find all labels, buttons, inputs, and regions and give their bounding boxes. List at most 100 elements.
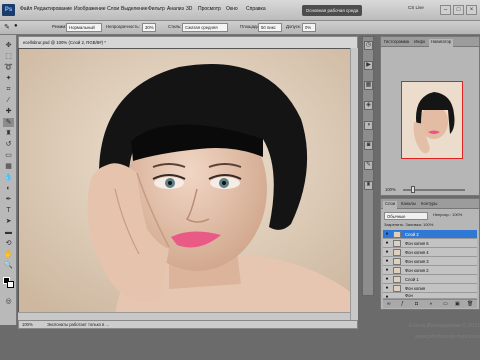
document-canvas[interactable] (18, 48, 358, 320)
vertical-scrollbar[interactable] (350, 48, 358, 320)
visibility-eye-icon[interactable]: ● (384, 286, 390, 291)
navigator-zoom[interactable]: 100% (385, 187, 396, 192)
layer-style-icon[interactable]: ƒ (401, 301, 404, 307)
watermark-author: Елена Виноградова © 2011 (408, 323, 480, 329)
opacity-input[interactable]: 30% (142, 23, 156, 32)
dock-clone-icon[interactable]: ♜ (364, 181, 373, 190)
eyedropper-icon[interactable]: ⁄ (3, 96, 14, 105)
menu-filter[interactable]: Фильтр (148, 6, 165, 12)
menu-help[interactable]: Справка (246, 6, 266, 12)
dock-masks-icon[interactable]: ◙ (364, 141, 373, 150)
dock-swatches-icon[interactable]: ▦ (364, 81, 373, 90)
new-layer-icon[interactable]: ▣ (455, 301, 460, 307)
tool-preset-icon[interactable]: ✎ (4, 23, 10, 31)
menu-file[interactable]: Файл (20, 6, 32, 12)
layer-row[interactable]: ● Слой 1 (383, 275, 477, 284)
brush-size-icon[interactable]: ● (14, 23, 18, 29)
visibility-eye-icon[interactable]: ● (384, 232, 390, 237)
layer-row[interactable]: ● Фон копия 3 (383, 257, 477, 266)
lock-row: Закрепить: Заливка: 100% (384, 222, 433, 227)
blur-tool-icon[interactable]: 💧 (3, 173, 14, 182)
pen-tool-icon[interactable]: ✒ (3, 195, 14, 204)
cs-live-button[interactable]: CS Live (408, 5, 424, 10)
navigator-thumbnail[interactable] (401, 81, 463, 159)
layer-row[interactable]: ● Слой 2 (383, 230, 477, 239)
menu-window[interactable]: Окно (226, 6, 238, 12)
layer-row[interactable]: ● Фон копия (383, 284, 477, 293)
fill-value[interactable]: 100% (423, 222, 433, 227)
trash-icon[interactable]: 🗑 (467, 301, 473, 307)
dock-history-icon[interactable]: ◷ (364, 41, 373, 50)
new-group-icon[interactable]: ▭ (443, 301, 448, 307)
layer-row[interactable]: ● Фон копия 5 (383, 239, 477, 248)
maximize-button[interactable]: □ (453, 5, 464, 15)
visibility-eye-icon[interactable]: ● (384, 268, 390, 273)
close-button[interactable]: × (466, 5, 477, 15)
lasso-tool-icon[interactable]: ➰ (3, 63, 14, 72)
dock-actions-icon[interactable]: ▶ (364, 61, 373, 70)
marquee-tool-icon[interactable]: ⬚ (3, 52, 14, 61)
mode-select[interactable]: Нормальный (66, 23, 102, 32)
layer-row[interactable]: ● Фон копия 4 (383, 248, 477, 257)
menu-analysis[interactable]: Анализ (167, 6, 184, 12)
hand-tool-icon[interactable]: ✋ (3, 250, 14, 259)
visibility-eye-icon[interactable]: ● (384, 250, 390, 255)
3d-tool-icon[interactable]: ⟲ (3, 239, 14, 248)
visibility-eye-icon[interactable]: ● (384, 241, 390, 246)
area-input[interactable]: 50 пикс (258, 23, 282, 32)
status-info[interactable]: Экспонаты работает только в ... (47, 322, 109, 327)
adjustment-layer-icon[interactable]: ◑ (429, 301, 432, 307)
layer-row[interactable]: ● Фон копия 2 (383, 266, 477, 275)
healing-brush-icon[interactable]: ✚ (3, 107, 14, 116)
document-tab[interactable]: ecellsbrur.psd @ 100% (Слой 2, RGB/8#) * (18, 36, 358, 48)
menu-image[interactable]: Изображение (74, 6, 106, 12)
zoom-level[interactable]: 100% (22, 322, 33, 327)
background-color-swatch[interactable] (7, 281, 14, 288)
dock-adjustments-icon[interactable]: ◑ (364, 121, 373, 130)
tab-layers[interactable]: Слои (383, 201, 398, 209)
visibility-eye-icon[interactable]: ● (384, 259, 390, 264)
tab-navigator[interactable]: Навигатор (429, 39, 454, 47)
dock-brushes-icon[interactable]: ✎ (364, 161, 373, 170)
tab-info[interactable]: Инфо (414, 39, 425, 44)
menu-select[interactable]: Выделение (121, 6, 148, 12)
history-brush-icon[interactable]: ↺ (3, 140, 14, 149)
horizontal-scrollbar[interactable] (18, 312, 350, 320)
menu-view[interactable]: Просмотр (198, 6, 221, 12)
workspace-button[interactable]: Основная рабочая среда (302, 5, 362, 16)
menu-edit[interactable]: Редактирование (34, 6, 72, 12)
move-tool-icon[interactable]: ✥ (3, 41, 14, 50)
dock-styles-icon[interactable]: ◈ (364, 101, 373, 110)
path-select-icon[interactable]: ➤ (3, 217, 14, 226)
quick-mask-icon[interactable]: ◎ (3, 297, 14, 306)
menu-3d[interactable]: 3D (186, 6, 192, 12)
layer-opacity[interactable]: Непрозр.: 100% (433, 212, 462, 217)
tab-channels[interactable]: Каналы (401, 201, 416, 206)
navigator-zoom-knob[interactable] (411, 186, 415, 193)
tab-paths[interactable]: Контуры (421, 201, 437, 206)
shape-tool-icon[interactable]: ▬ (3, 228, 14, 237)
gradient-icon[interactable]: ▦ (3, 162, 14, 171)
minimize-button[interactable]: – (440, 5, 451, 15)
layer-name: Фон копия 3 (405, 259, 429, 264)
add-mask-icon[interactable]: ◘ (415, 301, 418, 307)
visibility-eye-icon[interactable]: ● (384, 277, 390, 282)
quick-select-icon[interactable]: ✦ (3, 74, 14, 83)
tab-histogram[interactable]: Гистограмма (384, 39, 409, 44)
eraser-icon[interactable]: ▭ (3, 151, 14, 160)
style-select[interactable]: Сжатая средняя (182, 23, 228, 32)
layer-opacity-value[interactable]: 100% (452, 212, 462, 217)
blend-mode-select[interactable]: Обычные (384, 212, 428, 220)
zoom-tool-icon[interactable]: 🔍 (3, 261, 14, 270)
clone-stamp-icon[interactable]: ♜ (3, 129, 14, 138)
mode-label: Режим: (52, 24, 67, 29)
menu-layers[interactable]: Слои (107, 6, 119, 12)
tolerance-input[interactable]: 0% (302, 23, 316, 32)
dodge-tool-icon[interactable]: ◐ (3, 184, 14, 193)
navigator-tabs: Гистограмма Инфо Навигатор (381, 37, 479, 47)
link-layers-icon[interactable]: ∞ (387, 301, 391, 307)
photoshop-logo: Ps (2, 4, 15, 16)
type-tool-icon[interactable]: T (3, 206, 14, 215)
crop-tool-icon[interactable]: ⌗ (3, 85, 14, 94)
brush-tool-icon[interactable]: ✎ (3, 118, 14, 127)
